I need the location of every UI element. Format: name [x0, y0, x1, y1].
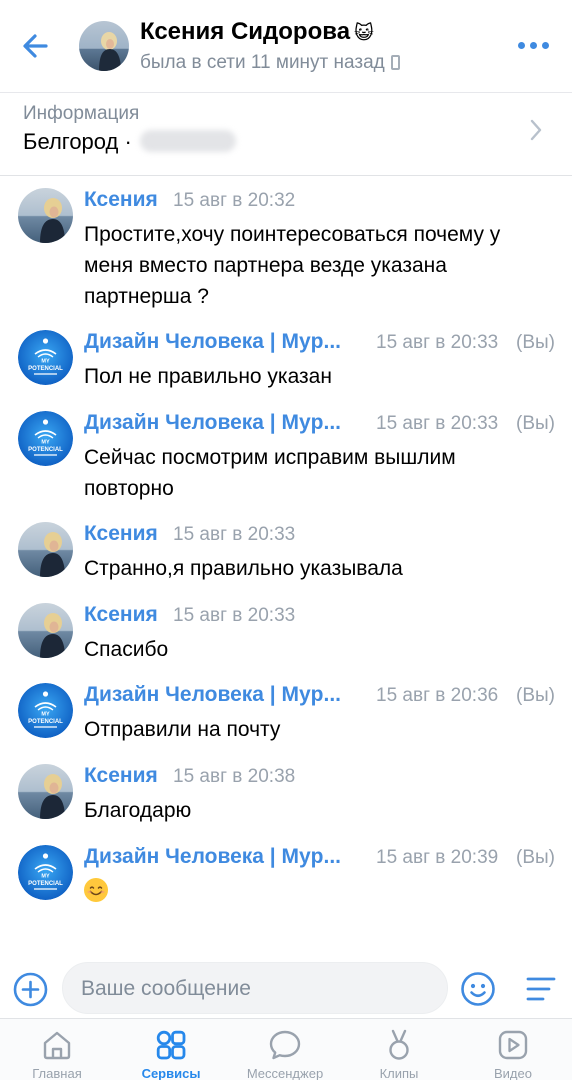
tab-messenger[interactable]: Мессенджер: [228, 1019, 342, 1080]
back-arrow-icon[interactable]: [18, 28, 54, 64]
sender-name[interactable]: Дизайн Человека | Myp...: [84, 683, 341, 707]
tab-services[interactable]: Сервисы: [114, 1019, 228, 1080]
message-text: [84, 876, 554, 907]
tab-label: Сервисы: [141, 1066, 201, 1080]
sender-name[interactable]: Ксения: [84, 522, 158, 546]
cat-emoji: 😺: [354, 23, 374, 44]
you-marker: (Вы): [516, 332, 555, 353]
group-avatar[interactable]: MY POTENCIAL: [18, 683, 73, 738]
group-avatar[interactable]: MY POTENCIAL: [18, 330, 73, 385]
svg-text:MY: MY: [41, 874, 50, 880]
svg-text:MY: MY: [41, 440, 50, 446]
message-time: 15 авг в 20:36: [376, 685, 499, 706]
contact-name[interactable]: Ксения Сидорова 😺: [140, 18, 374, 46]
message-time: 15 авг в 20:32: [173, 190, 296, 211]
sender-name[interactable]: Дизайн Человека | Myp...: [84, 411, 341, 435]
clips-icon: [389, 1029, 409, 1060]
smiling-face-emoji: [84, 878, 108, 902]
group-avatar[interactable]: MY POTENCIAL: [18, 411, 73, 466]
services-icon: [156, 1030, 186, 1060]
tab-label: Видео: [494, 1066, 532, 1080]
user-avatar[interactable]: [18, 764, 73, 819]
you-marker: (Вы): [516, 847, 555, 868]
contact-avatar[interactable]: [79, 21, 129, 71]
message-text: Сейчас посмотрим исправим вышлим повторн…: [84, 446, 456, 500]
tab-label: Главная: [32, 1066, 82, 1080]
svg-text:POTENCIAL: POTENCIAL: [28, 366, 63, 372]
group-avatar[interactable]: MY POTENCIAL: [18, 845, 73, 900]
message-time: 15 авг в 20:38: [173, 766, 296, 787]
user-avatar[interactable]: [18, 603, 73, 658]
svg-text:POTENCIAL: POTENCIAL: [28, 719, 63, 725]
more-options-icon[interactable]: [516, 40, 552, 52]
user-avatar[interactable]: [18, 522, 73, 577]
emoji-smile-icon[interactable]: [460, 971, 496, 1007]
svg-text:POTENCIAL: POTENCIAL: [28, 447, 63, 453]
user-avatar[interactable]: [18, 188, 73, 243]
svg-text:MY: MY: [41, 359, 50, 365]
tab-label: Клипы: [379, 1066, 419, 1080]
menu-lines-icon[interactable]: [525, 974, 557, 1004]
messenger-icon: [269, 1030, 301, 1060]
attach-plus-icon[interactable]: [13, 972, 48, 1007]
tab-video[interactable]: Видео: [456, 1019, 570, 1080]
online-status: была в сети 11 минут назад: [140, 52, 400, 74]
message-list[interactable]: Ксения 15 авг в 20:32 Простите,хочу поин…: [0, 176, 572, 962]
message-text: Отправили на почту: [84, 718, 281, 741]
video-icon: [498, 1030, 528, 1060]
chat-header: Ксения Сидорова 😺 была в сети 11 минут на…: [0, 0, 572, 92]
sender-name[interactable]: Ксения: [84, 764, 158, 788]
svg-text:POTENCIAL: POTENCIAL: [28, 881, 63, 887]
info-label: Информация: [23, 103, 140, 124]
you-marker: (Вы): [516, 685, 555, 706]
message-text: Простите,хочу поинтересоваться почему у …: [84, 223, 501, 308]
message-input[interactable]: Ваше сообщение: [62, 962, 448, 1014]
tab-label: Мессенджер: [246, 1066, 324, 1080]
blurred-text: [139, 130, 236, 152]
mobile-phone-icon: [390, 55, 400, 70]
home-icon: [43, 1031, 71, 1060]
message-text: Странно,я правильно указывала: [84, 557, 403, 580]
message-time: 15 авг в 20:33: [376, 332, 499, 353]
message-text: Спасибо: [84, 638, 169, 661]
tab-home[interactable]: Главная: [0, 1019, 114, 1080]
info-value: Белгород ·: [23, 129, 236, 155]
sender-name[interactable]: Ксения: [84, 188, 158, 212]
message-composer: Ваше сообщение: [0, 962, 572, 1018]
message-time: 15 авг в 20:33: [173, 524, 296, 545]
message-text: Пол не правильно указан: [84, 365, 332, 388]
message-time: 15 авг в 20:39: [376, 847, 499, 868]
message-input-placeholder: Ваше сообщение: [81, 977, 251, 1000]
sender-name[interactable]: Ксения: [84, 603, 158, 627]
message-time: 15 авг в 20:33: [173, 605, 296, 626]
svg-text:MY: MY: [41, 712, 50, 718]
tab-clips[interactable]: Клипы: [342, 1019, 456, 1080]
message-time: 15 авг в 20:33: [376, 413, 499, 434]
sender-name[interactable]: Дизайн Человека | Myp...: [84, 330, 341, 354]
bottom-tab-bar: Главная Сервисы Мессенджер Клипы Видео: [0, 1018, 572, 1080]
chevron-right-icon[interactable]: [529, 118, 543, 142]
you-marker: (Вы): [516, 413, 555, 434]
message-text: Благодарю: [84, 799, 192, 822]
contact-info-bar[interactable]: Информация Белгород ·: [0, 92, 572, 176]
sender-name[interactable]: Дизайн Человека | Myp...: [84, 845, 341, 869]
